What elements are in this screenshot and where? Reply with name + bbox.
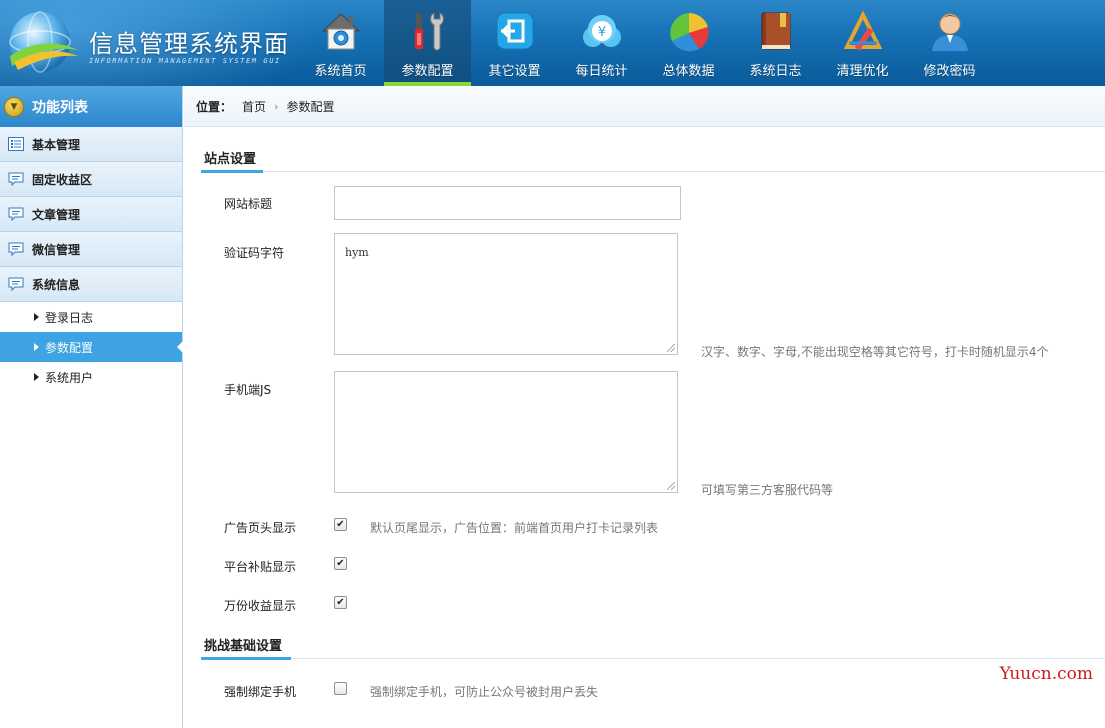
- sidebar-item-label: 基本管理: [32, 137, 81, 152]
- ad-header-checkbox[interactable]: ✔: [334, 518, 347, 531]
- nav-item-overall-data[interactable]: 总体数据: [645, 0, 732, 86]
- breadcrumb: 位置： 首页 › 参数配置: [184, 86, 1105, 127]
- nav-item-params[interactable]: 参数配置: [384, 0, 471, 86]
- sidebar: ▼ 功能列表 基本管理 固定收益区 文章管理 微信管理 系统信息 登录日志 参数…: [0, 86, 183, 728]
- sidebar-header: ▼ 功能列表: [0, 86, 182, 127]
- top-nav: 系统首页 参数配置 其它设置 ¥ 每日统计 总体数据 系统日志 清理优化 修改密…: [297, 0, 993, 86]
- breadcrumb-label: 位置：: [196, 99, 233, 114]
- earnings-checkbox[interactable]: ✔: [334, 596, 347, 609]
- sidebar-item-wechat-management[interactable]: 微信管理: [0, 232, 182, 267]
- captcha-textarea[interactable]: hym: [334, 233, 678, 355]
- nav-label: 清理优化: [836, 64, 889, 79]
- triangle-right-icon: [34, 373, 39, 381]
- breadcrumb-current: 参数配置: [286, 99, 335, 114]
- user-icon: [931, 13, 968, 51]
- nav-label: 其它设置: [488, 64, 541, 79]
- bind-phone-checkbox[interactable]: [334, 682, 347, 695]
- site-title-input[interactable]: [334, 186, 681, 220]
- section-title: 站点设置: [204, 152, 257, 167]
- sidebar-subitem-label: 系统用户: [45, 370, 94, 385]
- sidebar-header-label: 功能列表: [32, 99, 88, 116]
- nav-label: 系统日志: [749, 64, 802, 79]
- comment-icon: [8, 277, 24, 291]
- nav-label: 系统首页: [314, 64, 367, 79]
- ad-header-hint: 默认页尾显示，广告位置：前端首页用户打卡记录列表: [370, 521, 659, 535]
- resize-grip-icon[interactable]: [667, 344, 675, 352]
- main-content: 位置： 首页 › 参数配置 站点设置 网站标题 验证码字符 hym 汉字、数字、…: [184, 86, 1105, 728]
- nav-label: 总体数据: [662, 64, 715, 79]
- challenge-settings-section: 挑战基础设置 强制绑定手机 强制绑定手机，可防止公众号被封用户丢失: [201, 628, 1105, 708]
- resize-grip-icon[interactable]: [667, 482, 675, 490]
- ad-header-label: 广告页头显示: [224, 521, 297, 535]
- comment-icon: [8, 242, 24, 256]
- home-icon: [321, 13, 360, 50]
- mobile-js-hint: 可填写第三方客服代码等: [701, 483, 834, 497]
- sidebar-item-basic-management[interactable]: 基本管理: [0, 127, 182, 162]
- breadcrumb-separator: ›: [274, 99, 279, 113]
- sidebar-item-label: 微信管理: [32, 242, 81, 257]
- sidebar-item-label: 固定收益区: [32, 172, 93, 187]
- site-settings-section: 站点设置 网站标题 验证码字符 hym 汉字、数字、字母,不能出现空格等其它符号…: [201, 141, 1105, 613]
- nav-item-cleanup[interactable]: 清理优化: [819, 0, 906, 86]
- earnings-label: 万份收益显示: [224, 599, 297, 613]
- money-cloud-icon: ¥: [582, 15, 621, 47]
- section-title: 挑战基础设置: [204, 639, 283, 654]
- mobile-js-textarea[interactable]: [334, 371, 678, 493]
- subsidy-label: 平台补贴显示: [224, 560, 297, 574]
- captcha-value: hym: [345, 246, 369, 259]
- watermark: Yuucn.com: [999, 664, 1093, 684]
- sidebar-item-fixed-income[interactable]: 固定收益区: [0, 162, 182, 197]
- nav-label: 参数配置: [401, 64, 454, 79]
- sidebar-item-system-info[interactable]: 系统信息: [0, 267, 182, 302]
- section-header: 挑战基础设置: [201, 628, 1105, 660]
- brand-subtitle: INFORMATION MANAGEMENT SYSTEM GUI: [89, 57, 281, 65]
- comment-icon: [8, 172, 24, 186]
- nav-item-change-password[interactable]: 修改密码: [906, 0, 993, 86]
- sidebar-item-label: 文章管理: [32, 207, 81, 222]
- top-header: 信息管理系统界面 INFORMATION MANAGEMENT SYSTEM G…: [0, 0, 1105, 86]
- nav-item-home[interactable]: 系统首页: [297, 0, 384, 86]
- sidebar-subitem-login-log[interactable]: 登录日志: [0, 302, 182, 332]
- site-title-label: 网站标题: [224, 197, 273, 211]
- pie-chart-icon: [669, 13, 709, 52]
- nav-label: 修改密码: [923, 64, 976, 79]
- pencil-ruler-icon: [843, 10, 882, 51]
- bind-phone-hint: 强制绑定手机，可防止公众号被封用户丢失: [370, 685, 599, 699]
- svg-text:¥: ¥: [597, 25, 605, 40]
- book-icon: [761, 12, 790, 50]
- nav-label: 每日统计: [575, 64, 628, 79]
- sidebar-item-label: 系统信息: [32, 277, 81, 292]
- section-header: 站点设置: [201, 141, 1105, 173]
- mobile-js-label: 手机端JS: [224, 383, 272, 397]
- section-underline: [201, 170, 263, 173]
- sidebar-subitem-label: 参数配置: [45, 340, 94, 355]
- breadcrumb-home-link[interactable]: 首页: [242, 98, 266, 115]
- globe-logo-icon: [9, 11, 78, 73]
- captcha-label: 验证码字符: [224, 246, 285, 260]
- sidebar-subitem-params[interactable]: 参数配置: [0, 332, 183, 362]
- bind-phone-label: 强制绑定手机: [224, 685, 297, 699]
- subsidy-checkbox[interactable]: ✔: [334, 557, 347, 570]
- sidebar-subitem-system-users[interactable]: 系统用户: [0, 362, 182, 392]
- brand-title: 信息管理系统界面: [89, 30, 289, 58]
- comment-icon: [8, 207, 24, 221]
- exit-icon: [496, 12, 533, 50]
- sidebar-subitem-label: 登录日志: [45, 310, 94, 325]
- triangle-right-icon: [34, 343, 39, 351]
- triangle-right-icon: [34, 313, 39, 321]
- section-underline: [201, 657, 291, 660]
- sidebar-item-article-management[interactable]: 文章管理: [0, 197, 182, 232]
- nav-item-system-log[interactable]: 系统日志: [732, 0, 819, 86]
- tools-icon: [414, 12, 444, 51]
- expand-circle-icon: ▼: [4, 96, 24, 117]
- nav-item-daily-stats[interactable]: ¥ 每日统计: [558, 0, 645, 86]
- list-icon: [8, 137, 24, 151]
- captcha-hint: 汉字、数字、字母,不能出现空格等其它符号，打卡时随机显示4个: [701, 345, 1049, 359]
- nav-item-other-settings[interactable]: 其它设置: [471, 0, 558, 86]
